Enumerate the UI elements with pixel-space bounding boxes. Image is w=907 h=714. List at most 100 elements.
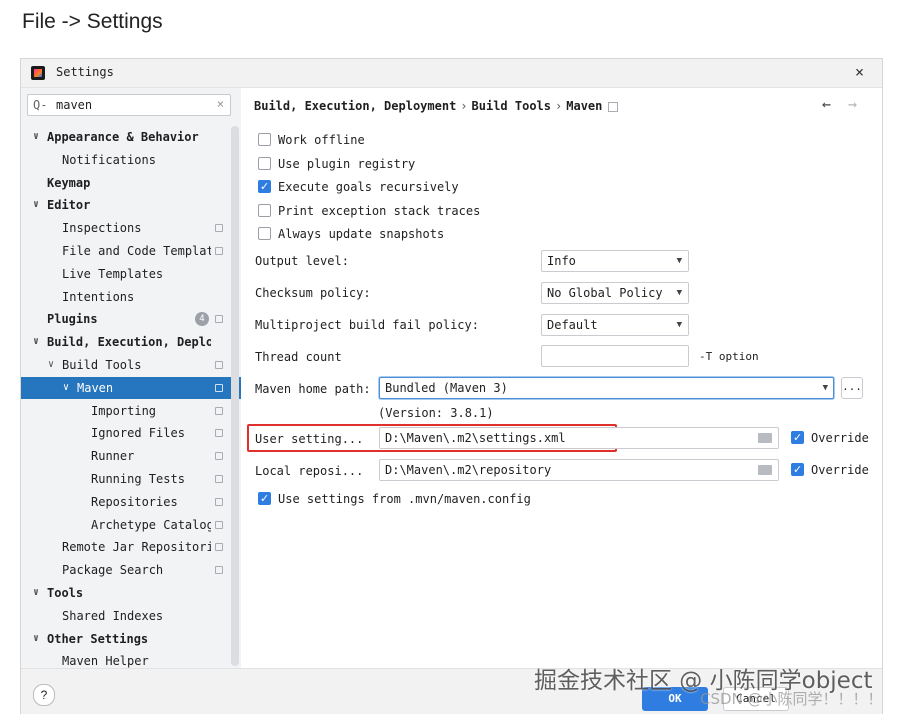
breadcrumb-build-tools[interactable]: Build Tools <box>472 99 551 113</box>
sidebar-item-runner[interactable]: Runner <box>21 445 241 467</box>
sidebar-item-label: Live Templates <box>62 266 164 281</box>
project-settings-icon <box>215 247 223 255</box>
local-repository-input[interactable]: D:\Maven\.m2\repository <box>379 459 779 481</box>
output-level-select[interactable]: Info ▼ <box>541 250 689 272</box>
maven-home-select[interactable]: Bundled (Maven 3) ▼ <box>379 377 834 399</box>
dropdown-arrow-icon: ▼ <box>676 256 682 266</box>
sidebar-item-label: Plugins <box>47 312 98 327</box>
project-settings-icon <box>215 497 223 506</box>
project-settings-icon <box>215 543 223 552</box>
thread-count-input[interactable] <box>541 345 689 367</box>
help-button[interactable]: ? <box>33 684 55 706</box>
forward-arrow-icon[interactable]: → <box>848 95 857 113</box>
checkbox-box-checked[interactable] <box>791 460 804 480</box>
chevron-down-icon[interactable]: ∨ <box>33 628 39 650</box>
sidebar-item-remote-jar-repositorie[interactable]: Remote Jar Repositorie <box>21 536 241 558</box>
maven-home-label: Maven home path: <box>255 382 371 396</box>
output-level-value: Info <box>547 254 576 268</box>
sidebar-item-importing[interactable]: Importing <box>21 400 241 422</box>
clear-search-icon[interactable]: × <box>217 97 224 111</box>
checksum-policy-label: Checksum policy: <box>255 286 371 300</box>
sidebar-item-live-templates[interactable]: Live Templates <box>21 263 241 285</box>
project-settings-icon <box>215 361 223 369</box>
project-settings-icon <box>215 566 223 575</box>
breadcrumb-separator: › <box>555 99 563 113</box>
checkbox-box[interactable] <box>258 133 271 146</box>
sidebar-item-shared-indexes[interactable]: Shared Indexes <box>21 605 241 627</box>
settings-sidebar: Q- × ∨ Appearance & Behavior Notifications… <box>21 88 241 668</box>
sidebar-scrollbar[interactable] <box>231 126 239 666</box>
dropdown-arrow-icon: ▼ <box>822 383 828 393</box>
browse-maven-home-button[interactable]: ... <box>841 377 863 399</box>
thread-count-label: Thread count <box>255 350 342 364</box>
sidebar-item-build-execution-deploym[interactable]: ∨ Build, Execution, Deploym <box>21 331 241 353</box>
sidebar-item-tools[interactable]: ∨ Tools <box>21 582 241 604</box>
checkbox-box-checked[interactable] <box>258 177 271 197</box>
sidebar-item-label: Inspections <box>62 221 142 236</box>
maven-home-value: Bundled (Maven 3) <box>385 381 508 395</box>
title-bar: Settings × <box>21 59 882 88</box>
folder-icon[interactable] <box>758 433 772 443</box>
back-arrow-icon[interactable]: ← <box>822 95 831 113</box>
sidebar-item-label: Appearance & Behavior <box>47 130 199 144</box>
sidebar-item-label: Tools <box>47 586 84 600</box>
checkbox-box-checked[interactable] <box>258 489 271 509</box>
sidebar-item-repositories[interactable]: Repositories <box>21 491 241 513</box>
sidebar-item-maven[interactable]: ∨ Maven <box>21 376 241 399</box>
sidebar-item-build-tools[interactable]: ∨ Build Tools <box>21 354 241 376</box>
checksum-policy-select[interactable]: No Global Policy ▼ <box>541 282 689 304</box>
project-settings-icon <box>215 224 223 233</box>
sidebar-item-other-settings[interactable]: ∨ Other Settings <box>21 628 241 650</box>
chevron-down-icon[interactable]: ∨ <box>33 194 39 216</box>
multiproject-fail-policy-select[interactable]: Default ▼ <box>541 314 689 336</box>
chevron-down-icon[interactable]: ∨ <box>63 377 69 399</box>
multiproject-fail-policy-value: Default <box>547 318 598 332</box>
close-icon[interactable]: × <box>855 63 864 81</box>
sidebar-item-label: Maven <box>77 380 114 395</box>
dropdown-arrow-icon: ▼ <box>676 320 682 330</box>
sidebar-item-package-search[interactable]: Package Search <box>21 559 241 581</box>
thread-count-note: -T option <box>699 350 759 363</box>
checkbox-label: Use plugin registry <box>278 157 416 171</box>
sidebar-item-archetype-catalog[interactable]: Archetype Catalog <box>21 514 241 536</box>
user-settings-file-input[interactable]: D:\Maven\.m2\settings.xml <box>379 427 779 449</box>
user-settings-value: D:\Maven\.m2\settings.xml <box>385 431 566 445</box>
sidebar-item-ignored-files[interactable]: Ignored Files <box>21 422 241 444</box>
checkbox-box[interactable] <box>258 157 271 170</box>
sidebar-item-label: Shared Indexes <box>62 608 164 623</box>
breadcrumb-build-execution[interactable]: Build, Execution, Deployment <box>254 99 456 113</box>
chevron-down-icon[interactable]: ∨ <box>48 354 54 376</box>
page-caption: File -> Settings <box>22 10 163 33</box>
sidebar-item-intentions[interactable]: Intentions <box>21 286 241 308</box>
sidebar-item-inspections[interactable]: Inspections <box>21 217 241 239</box>
project-settings-icon <box>215 315 223 324</box>
project-settings-icon <box>215 383 223 392</box>
sidebar-item-label: Running Tests <box>91 472 185 486</box>
chevron-down-icon[interactable]: ∨ <box>33 331 39 353</box>
checkbox-box[interactable] <box>258 204 271 217</box>
sidebar-item-editor[interactable]: ∨ Editor <box>21 194 241 216</box>
checkbox-label: Execute goals recursively <box>278 180 459 194</box>
folder-icon[interactable] <box>758 465 772 475</box>
checkbox-label: Always update snapshots <box>278 227 445 241</box>
search-icon: Q- <box>33 98 48 112</box>
search-box[interactable]: Q- × <box>27 94 231 116</box>
sidebar-item-appearance-behavior[interactable]: ∨ Appearance & Behavior <box>21 126 241 148</box>
sidebar-item-notifications[interactable]: Notifications <box>21 149 241 171</box>
checkbox-box[interactable] <box>258 227 271 240</box>
intellij-app-icon <box>31 66 45 80</box>
project-settings-icon <box>215 406 223 415</box>
sidebar-item-keymap[interactable]: Keymap <box>21 172 241 194</box>
sidebar-item-label: Other Settings <box>47 631 149 646</box>
search-input[interactable] <box>54 97 208 113</box>
maven-version-note: (Version: 3.8.1) <box>378 406 494 420</box>
checkbox-box-checked[interactable] <box>791 428 804 448</box>
multiproject-fail-policy-label: Multiproject build fail policy: <box>255 318 479 332</box>
sidebar-item-file-and-code-templates[interactable]: File and Code Templates <box>21 240 241 262</box>
sidebar-item-plugins[interactable]: Plugins 4 <box>21 308 241 330</box>
sidebar-item-label: Build, Execution, Deploym <box>47 335 211 350</box>
chevron-down-icon[interactable]: ∨ <box>33 582 39 604</box>
sidebar-item-running-tests[interactable]: Running Tests <box>21 468 241 490</box>
sidebar-item-label: Runner <box>91 449 135 464</box>
chevron-down-icon[interactable]: ∨ <box>33 126 39 148</box>
